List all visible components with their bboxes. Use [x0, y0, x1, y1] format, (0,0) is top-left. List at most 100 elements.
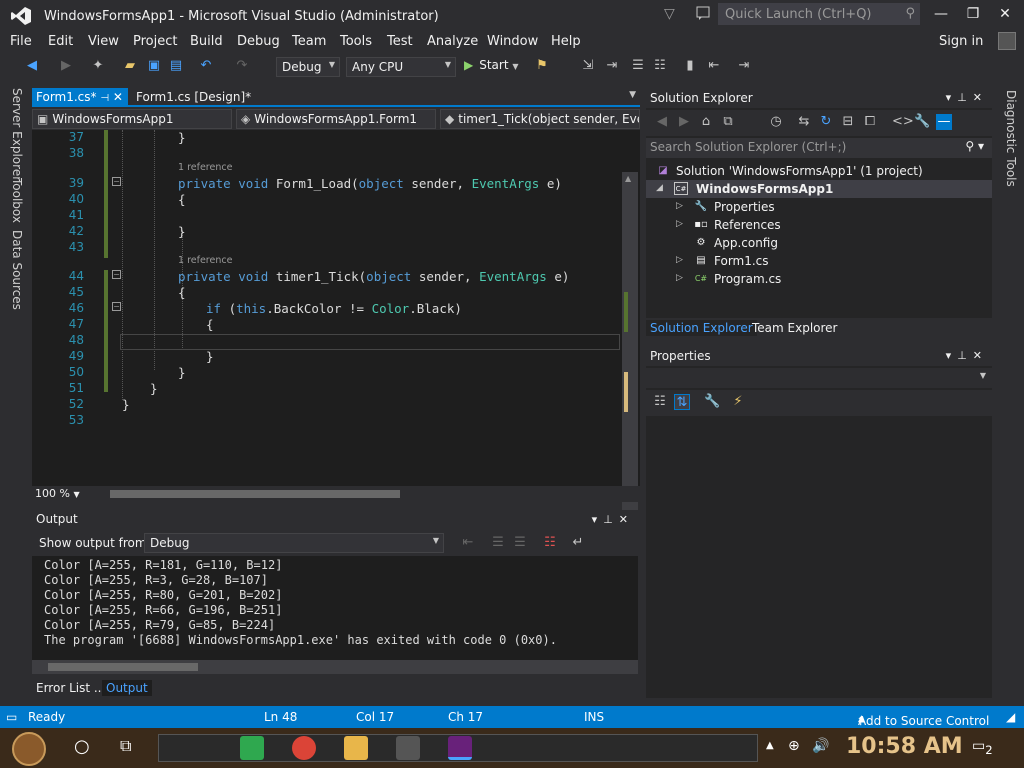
code-editor[interactable]: − − − 37 } 38 1 reference 39 private voi…: [32, 130, 640, 528]
horizontal-scroll-thumb[interactable]: [110, 490, 400, 498]
taskbar-clock[interactable]: 10:58 AM: [846, 734, 963, 759]
dropdown-icon[interactable]: ▾: [946, 349, 958, 362]
properties-icon[interactable]: 🔧: [914, 114, 930, 130]
feedback-icon[interactable]: [695, 5, 711, 21]
start-button[interactable]: ▶ Start ▼: [464, 58, 519, 72]
diagnostic-tools-tab[interactable]: Diagnostic Tools: [1004, 90, 1018, 187]
events-icon[interactable]: ⚡: [730, 394, 746, 410]
menu-view[interactable]: View: [88, 34, 119, 49]
file-explorer-icon[interactable]: [344, 736, 368, 760]
tree-item-properties[interactable]: ▷ 🔧 Properties: [646, 198, 992, 216]
find-message-icon[interactable]: ⇤: [460, 535, 476, 551]
pin-icon[interactable]: ⊥: [957, 349, 973, 362]
start-menu-icon[interactable]: [12, 732, 46, 766]
bookmark-icon[interactable]: ▮: [682, 58, 698, 74]
codelens-references[interactable]: 1 reference: [178, 255, 232, 266]
volume-icon[interactable]: 🔊: [812, 738, 829, 754]
categorized-icon[interactable]: ☷: [652, 394, 668, 410]
tree-item-program[interactable]: ▷ C# Program.cs: [646, 270, 992, 288]
view-code-icon[interactable]: <>: [892, 114, 914, 130]
tab-form1-design[interactable]: Form1.cs [Design]*: [132, 88, 255, 107]
close-icon[interactable]: ✕: [973, 91, 988, 104]
tab-form1-cs[interactable]: Form1.cs* ⊣ ✕: [32, 88, 128, 107]
pin-icon[interactable]: ⊣: [100, 93, 109, 104]
close-icon[interactable]: ✕: [973, 349, 988, 362]
editor-vertical-scrollbar[interactable]: ▲ ▼: [622, 172, 638, 528]
network-icon[interactable]: ⊕: [788, 738, 800, 754]
solution-configuration-dropdown[interactable]: Debug ▼: [276, 57, 340, 77]
menu-window[interactable]: Window: [487, 34, 538, 49]
tree-item-project[interactable]: ◢ C# WindowsFormsApp1: [646, 180, 992, 198]
output-horizontal-scrollbar[interactable]: [32, 660, 638, 674]
collapsed-arrow-icon[interactable]: ▷: [676, 219, 683, 229]
tree-item-form1[interactable]: ▷ ▤ Form1.cs: [646, 252, 992, 270]
zoom-level[interactable]: 100 % ▼: [35, 487, 80, 500]
alphabetical-icon[interactable]: ⇅: [674, 394, 690, 410]
chrome-icon[interactable]: [292, 736, 316, 760]
menu-edit[interactable]: Edit: [48, 34, 73, 49]
close-icon[interactable]: ✕: [113, 90, 123, 104]
step-into-icon[interactable]: ⇲: [580, 58, 596, 74]
cortana-icon[interactable]: ○: [74, 736, 90, 757]
tab-output[interactable]: Output: [102, 680, 152, 696]
preview-selected-icon[interactable]: —: [936, 114, 952, 130]
visual-studio-logo-icon[interactable]: [10, 6, 32, 26]
menu-help[interactable]: Help: [551, 34, 581, 49]
show-hidden-icons[interactable]: ▲: [766, 740, 774, 751]
menu-build[interactable]: Build: [190, 34, 223, 49]
browser-link-icon[interactable]: ⚑: [534, 58, 550, 74]
menu-tools[interactable]: Tools: [340, 34, 372, 49]
sync-icon[interactable]: ⇆: [796, 114, 812, 130]
save-icon[interactable]: ▣: [146, 58, 162, 74]
save-all-icon[interactable]: ▤: [168, 58, 184, 74]
redo-icon[interactable]: ↷: [234, 58, 250, 74]
dropdown-icon[interactable]: ▾: [946, 91, 958, 104]
tab-team-explorer[interactable]: Team Explorer: [748, 320, 842, 336]
sheets-app-icon[interactable]: [240, 736, 264, 760]
dropdown-icon[interactable]: ▾: [592, 513, 604, 526]
collapsed-arrow-icon[interactable]: ▷: [676, 255, 683, 265]
task-view-icon[interactable]: ⧉: [120, 736, 131, 756]
scroll-thumb[interactable]: [48, 663, 198, 671]
open-file-icon[interactable]: ▰: [122, 58, 138, 74]
home-icon[interactable]: ⌂: [698, 114, 714, 130]
menu-debug[interactable]: Debug: [237, 34, 280, 49]
codelens-references[interactable]: 1 reference: [178, 162, 232, 173]
refresh-icon[interactable]: ↻: [818, 114, 834, 130]
comment-lines-icon[interactable]: ☰: [630, 58, 646, 74]
scroll-up-icon[interactable]: ▲: [625, 174, 631, 183]
navigate-forward-icon[interactable]: ▶: [58, 58, 74, 74]
collapse-all-icon[interactable]: ⊟: [840, 114, 856, 130]
action-center-icon[interactable]: ▭2: [972, 738, 993, 757]
collapsed-arrow-icon[interactable]: ▷: [676, 201, 683, 211]
tab-solution-explorer[interactable]: Solution Explorer: [646, 320, 757, 336]
account-icon[interactable]: [998, 32, 1016, 50]
clear-all-icon[interactable]: ☷: [542, 535, 558, 551]
visual-studio-taskbar-icon[interactable]: [448, 736, 472, 760]
expanded-arrow-icon[interactable]: ◢: [656, 183, 663, 193]
switch-views-icon[interactable]: ⧉: [720, 114, 736, 130]
tab-error-list[interactable]: Error List ...: [32, 680, 109, 696]
show-all-files-icon[interactable]: ⧠: [862, 114, 878, 130]
filter-icon[interactable]: ▽: [664, 6, 675, 22]
sign-in-link[interactable]: Sign in: [939, 34, 983, 49]
pin-icon[interactable]: ⊥: [603, 513, 619, 526]
step-over-icon[interactable]: ⇥: [604, 58, 620, 74]
notification-icon[interactable]: ◢: [1006, 710, 1015, 724]
new-project-icon[interactable]: ✦: [90, 58, 106, 74]
close-icon[interactable]: ✕: [619, 513, 634, 526]
window-switcher-icon[interactable]: [396, 736, 420, 760]
properties-wrench-icon[interactable]: 🔧: [704, 394, 720, 410]
class-dropdown[interactable]: ◈ WindowsFormsApp1.Form1: [236, 109, 436, 129]
solution-platform-dropdown[interactable]: Any CPU ▼: [346, 57, 456, 77]
pending-changes-icon[interactable]: ◷: [768, 114, 784, 130]
pin-icon[interactable]: ⊥: [957, 91, 973, 104]
menu-team[interactable]: Team: [292, 34, 326, 49]
tree-item-references[interactable]: ▷ ▪▫ References: [646, 216, 992, 234]
menu-project[interactable]: Project: [133, 34, 177, 49]
properties-object-dropdown[interactable]: ▼: [646, 368, 992, 388]
member-dropdown[interactable]: ◆ timer1_Tick(object sender, Ever: [440, 109, 640, 129]
output-text[interactable]: Color [A=255, R=181, G=110, B=12] Color […: [32, 556, 638, 660]
minimize-button[interactable]: —: [926, 4, 956, 26]
back-icon[interactable]: ◀: [654, 114, 670, 130]
